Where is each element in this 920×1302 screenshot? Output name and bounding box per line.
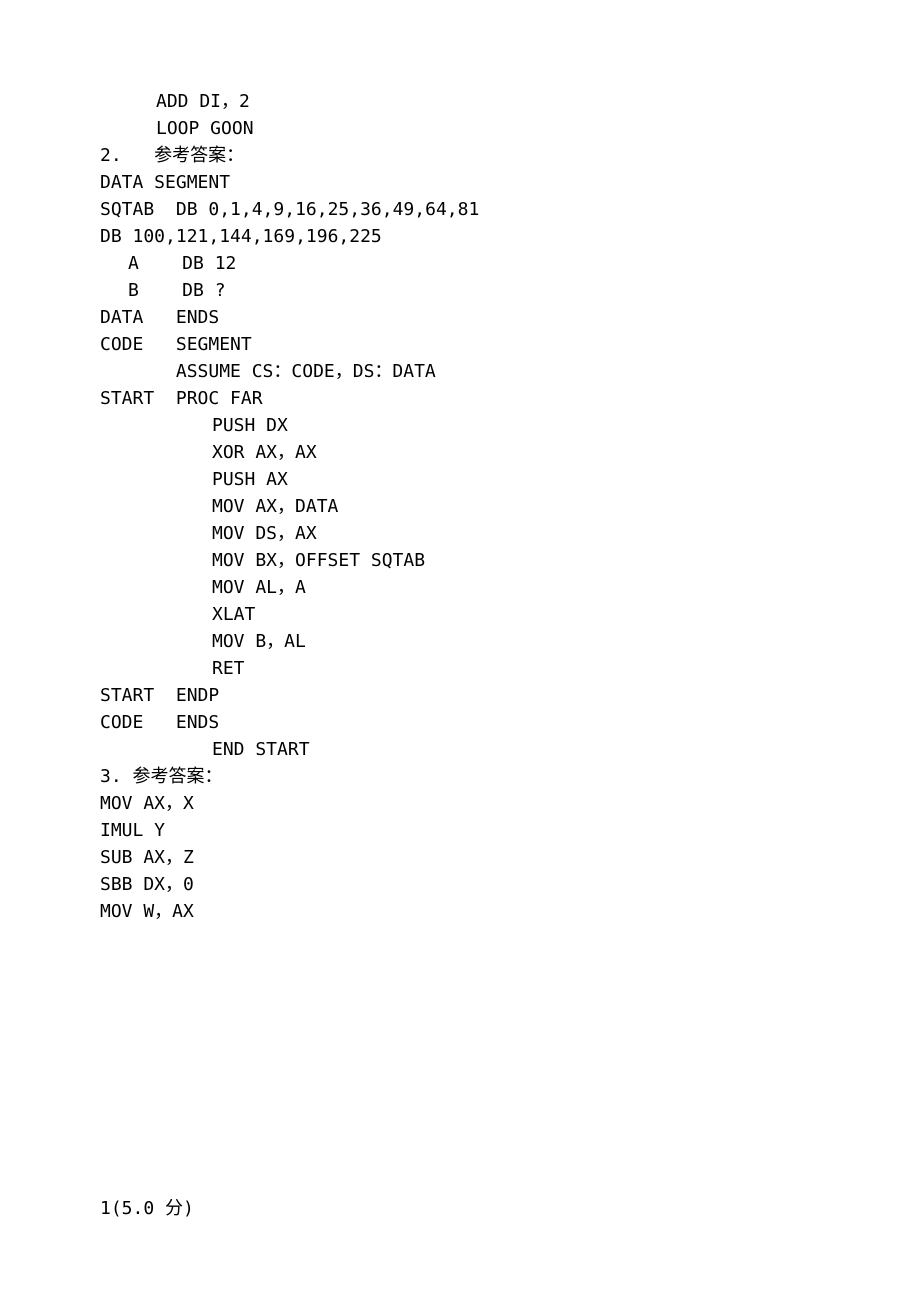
code-line: MOV AX，X bbox=[100, 790, 820, 817]
code-line: IMUL Y bbox=[100, 817, 820, 844]
blank-space bbox=[100, 925, 820, 1195]
code-line: SUB AX，Z bbox=[100, 844, 820, 871]
code-line: DB 100,121,144,169,196,225 bbox=[100, 223, 820, 250]
code-line: LOOP GOON bbox=[100, 115, 820, 142]
code-line: START PROC FAR bbox=[100, 385, 820, 412]
code-line: A DB 12 bbox=[100, 250, 820, 277]
code-line: DATA SEGMENT bbox=[100, 169, 820, 196]
code-line: MOV AX，DATA bbox=[100, 493, 820, 520]
code-line: MOV B，AL bbox=[100, 628, 820, 655]
code-line: CODE SEGMENT bbox=[100, 331, 820, 358]
code-line: SBB DX，0 bbox=[100, 871, 820, 898]
code-line: B DB ? bbox=[100, 277, 820, 304]
code-line: MOV AL，A bbox=[100, 574, 820, 601]
code-line: CODE ENDS bbox=[100, 709, 820, 736]
footer-text: 1(5.0 分) bbox=[100, 1195, 820, 1222]
code-line: RET bbox=[100, 655, 820, 682]
code-line: ADD DI，2 bbox=[100, 88, 820, 115]
code-line: MOV W，AX bbox=[100, 898, 820, 925]
code-line: SQTAB DB 0,1,4,9,16,25,36,49,64,81 bbox=[100, 196, 820, 223]
code-line: XOR AX，AX bbox=[100, 439, 820, 466]
code-line: PUSH AX bbox=[100, 466, 820, 493]
code-line: 3. 参考答案： bbox=[100, 763, 820, 790]
code-line: START ENDP bbox=[100, 682, 820, 709]
code-line: MOV DS，AX bbox=[100, 520, 820, 547]
code-line: XLAT bbox=[100, 601, 820, 628]
code-line: DATA ENDS bbox=[100, 304, 820, 331]
code-line: PUSH DX bbox=[100, 412, 820, 439]
code-line: END START bbox=[100, 736, 820, 763]
code-line: ASSUME CS：CODE，DS：DATA bbox=[100, 358, 820, 385]
code-line: MOV BX，OFFSET SQTAB bbox=[100, 547, 820, 574]
code-block: ADD DI，2LOOP GOON2. 参考答案：DATA SEGMENTSQT… bbox=[100, 88, 820, 925]
code-line: 2. 参考答案： bbox=[100, 142, 820, 169]
